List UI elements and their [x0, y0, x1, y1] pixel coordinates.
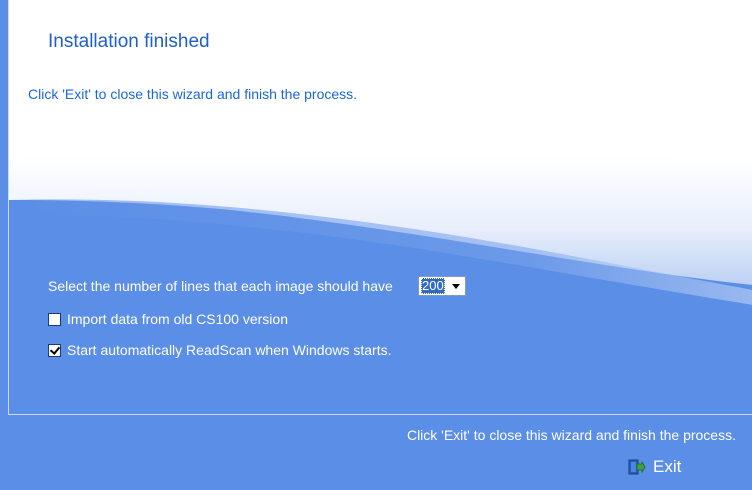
autostart-label: Start automatically ReadScan when Window…: [67, 342, 392, 358]
wizard-content-panel: Installation finished Click 'Exit' to cl…: [8, 0, 752, 415]
lines-per-image-value: 200: [421, 278, 445, 294]
lines-per-image-row: Select the number of lines that each ima…: [48, 276, 466, 296]
footer-instruction-text: Click 'Exit' to close this wizard and fi…: [406, 427, 736, 443]
autostart-option[interactable]: Start automatically ReadScan when Window…: [48, 342, 391, 358]
lines-per-image-label: Select the number of lines that each ima…: [48, 278, 393, 294]
lines-per-image-dropdown[interactable]: 200: [418, 276, 466, 296]
autostart-checkbox[interactable]: [48, 343, 61, 357]
exit-door-icon: [628, 459, 646, 475]
exit-button[interactable]: Exit: [628, 454, 681, 480]
instruction-text: Click 'Exit' to close this wizard and fi…: [28, 86, 358, 102]
exit-button-label: Exit: [653, 457, 682, 476]
import-old-data-checkbox[interactable]: [48, 312, 61, 326]
page-title: Installation finished: [48, 31, 210, 52]
import-old-data-label: Import data from old CS100 version: [67, 311, 288, 327]
import-old-data-option[interactable]: Import data from old CS100 version: [48, 311, 288, 327]
chevron-down-icon[interactable]: [447, 277, 465, 295]
